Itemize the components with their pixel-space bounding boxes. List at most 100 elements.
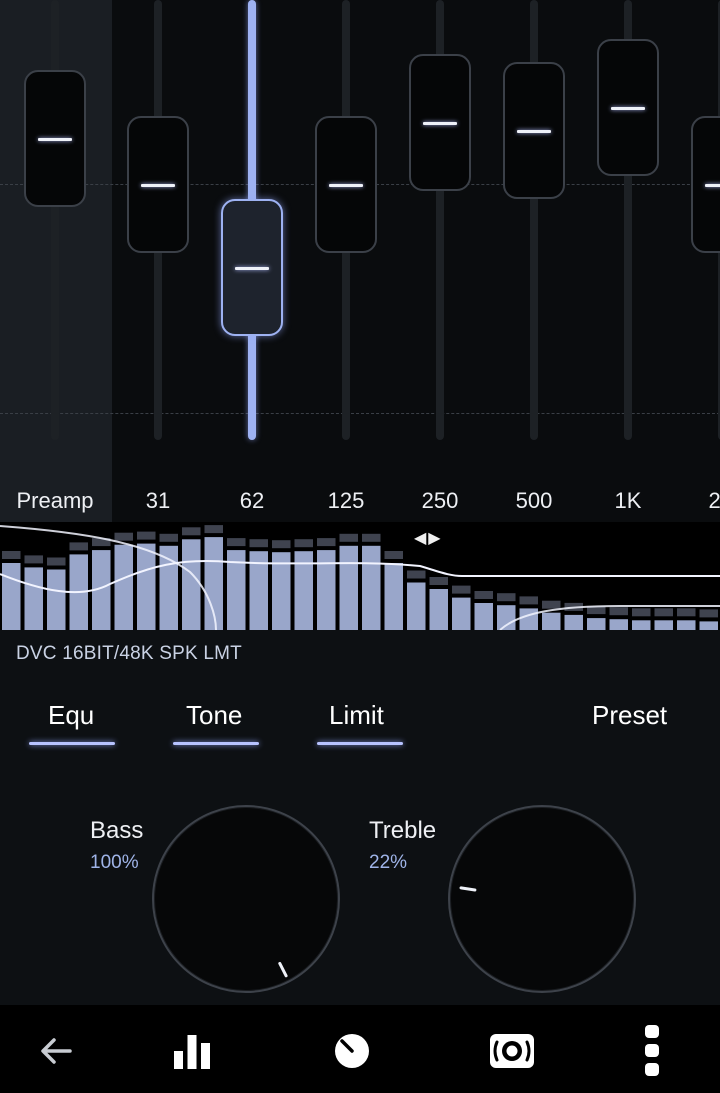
slider-thumb[interactable] [221, 199, 283, 337]
slider-band-500[interactable]: 500 [487, 0, 581, 522]
spectrum-peak [204, 525, 223, 534]
band-label: 62 [239, 488, 265, 513]
spectrum-bar [362, 545, 381, 630]
slider-preamp[interactable]: Preamp [8, 0, 102, 522]
thumb-tick [38, 137, 72, 141]
slider-thumb[interactable] [503, 62, 565, 200]
equalizer-button[interactable] [160, 1019, 224, 1083]
tab-preset[interactable]: Preset [592, 700, 667, 731]
spectrum-bar [609, 619, 628, 630]
slider-band-250[interactable]: 250 [393, 0, 487, 522]
tone-knob-panel: Bass 100% Treble 22% [0, 770, 720, 1005]
slider-thumb[interactable] [597, 39, 659, 177]
tab-equ[interactable]: Equ [48, 700, 94, 731]
spectrum-peak [24, 555, 43, 564]
slider-thumb[interactable] [24, 69, 86, 207]
spectrum-bar [564, 614, 583, 630]
spectrum-peak [362, 533, 381, 542]
bass-label: Bass [90, 817, 144, 844]
band-label: 1K [614, 488, 642, 513]
spectrum-peak [227, 538, 246, 547]
tab-tone-indicator [173, 742, 259, 745]
spectrum-peak [2, 551, 21, 559]
thumb-tick [423, 122, 457, 126]
spectrum-bar [699, 621, 718, 630]
slider-band-125[interactable]: 125 [299, 0, 393, 522]
spectrum-bar [632, 620, 651, 630]
slider-thumb[interactable] [315, 115, 377, 253]
spectrum-peak [69, 542, 88, 551]
spectrum-bar [137, 543, 156, 630]
spectrum-peak [339, 533, 358, 542]
spectrum-peak [474, 591, 493, 599]
treble-value: 22% [369, 852, 408, 873]
spectrum-bar [429, 589, 448, 630]
spectrum-bar [317, 550, 336, 630]
treble-label: Treble [369, 817, 437, 844]
spectrum-peak [632, 608, 651, 617]
spectrum-bar [339, 545, 358, 630]
spectrum-peak [519, 596, 538, 605]
bass-value: 100% [90, 852, 139, 873]
spectrum-peak [249, 539, 268, 548]
band-label: 125 [327, 488, 365, 513]
spectrum-peak [137, 531, 156, 540]
spectrum-bar [452, 597, 471, 630]
slider-band-62[interactable]: 62 [205, 0, 299, 522]
back-button[interactable] [24, 1019, 88, 1083]
spectrum-bar [519, 608, 538, 630]
spectrum-bar [677, 620, 696, 630]
bass-knob[interactable] [152, 805, 340, 993]
slider-thumb[interactable] [127, 115, 189, 253]
spectrum-peak [497, 593, 516, 602]
spectrum-graph [0, 525, 720, 630]
spectrum-peak [452, 585, 471, 594]
thumb-tick [235, 267, 269, 271]
slider-thumb[interactable] [691, 115, 720, 253]
spectrum-bar [2, 563, 21, 630]
bass-knob-indicator [278, 961, 288, 978]
tab-tone[interactable]: Tone [186, 700, 242, 731]
spectrum-bar [384, 563, 403, 630]
speaker-icon [490, 1034, 534, 1068]
spectrum-peak [429, 577, 448, 585]
tab-limit-indicator [317, 742, 403, 745]
thumb-tick [329, 183, 363, 187]
spectrum-bar [47, 569, 66, 630]
spectrum-bar [407, 582, 426, 630]
spectrum-bar [24, 567, 43, 630]
slider-band-1k[interactable]: 1K [581, 0, 675, 522]
spectrum-peak [114, 532, 133, 541]
spectrum-peak [384, 551, 403, 559]
knob-icon [335, 1034, 369, 1068]
tab-equ-indicator [29, 742, 115, 745]
spectrum-peak [159, 533, 178, 542]
thumb-tick [705, 183, 720, 187]
slider-track [51, 0, 59, 440]
spectrum-peak [182, 527, 201, 536]
thumb-tick [611, 107, 645, 111]
band-label: Preamp [16, 488, 94, 513]
more-button[interactable] [620, 1019, 684, 1083]
tone-knob-button[interactable] [320, 1019, 384, 1083]
spectrum-resize-arrows[interactable]: ◀▶ [414, 528, 443, 548]
spectrum-peak [609, 607, 628, 616]
slider-band-31[interactable]: 31 [111, 0, 205, 522]
slider-thumb[interactable] [409, 54, 471, 192]
spectrum-peak [317, 538, 336, 547]
spectrum-bar [587, 618, 606, 630]
spectrum-peak [294, 539, 313, 548]
more-vert-icon [645, 1025, 659, 1076]
spectrum-bar [542, 612, 561, 630]
treble-knob-indicator [459, 886, 477, 892]
speaker-button[interactable] [480, 1019, 544, 1083]
tab-limit[interactable]: Limit [329, 700, 384, 731]
equalizer-icon [174, 1035, 210, 1069]
spectrum-peak [699, 609, 718, 618]
spectrum-peak [677, 608, 696, 617]
spectrum-peak [542, 600, 561, 609]
equalizer-panel: Preamp 31 62 125 250 500 1K 2K [0, 0, 720, 522]
spectrum-bar [182, 539, 201, 630]
treble-knob[interactable] [448, 805, 636, 993]
slider-band-2k[interactable]: 2K [675, 0, 720, 522]
